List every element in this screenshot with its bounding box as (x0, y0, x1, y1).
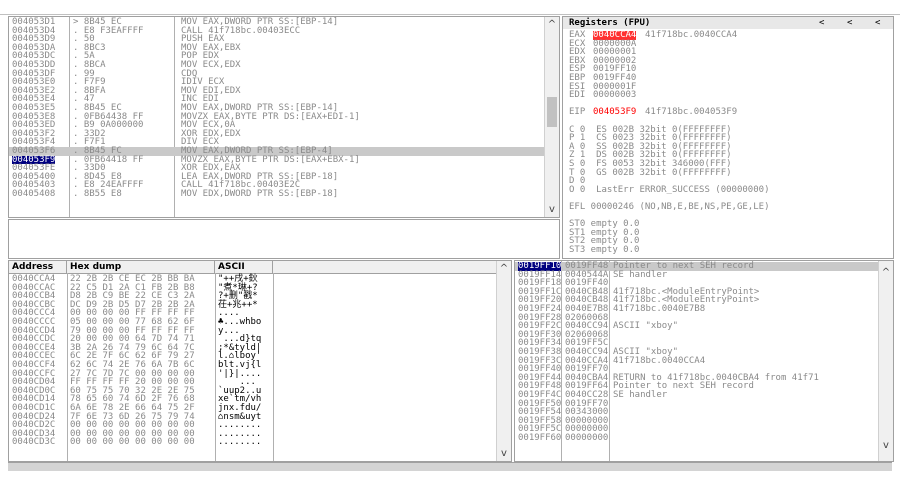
register-row[interactable]: EIP 004053F9 41f718bc.004053F9 (569, 108, 889, 117)
stack-comment: ASCII "xboy" (613, 321, 679, 332)
dump-ascii: ........ (218, 437, 262, 448)
disasm-rows: 004053D1 > 8B45 EC MOV EAX,DWORD PTR SS:[E… (9, 18, 549, 198)
flag-row[interactable]: T 0 GS 002B 32bit 0(FFFFFFFF) (569, 168, 889, 178)
scroll-up-arrow-icon[interactable]: ^ (879, 267, 893, 278)
disasm-scrollbar[interactable]: ^ v (544, 17, 559, 217)
dump-header-hex[interactable]: Hex dump (67, 261, 215, 273)
dump-row[interactable]: 0040CD3C 00 00 00 00 00 00 00 00........ (9, 438, 489, 447)
register-name: EDI (569, 90, 586, 101)
register-note: 41f718bc.0040CCA4 (645, 30, 738, 40)
register-name: EIP (569, 107, 586, 118)
scroll-thumb[interactable] (547, 97, 557, 127)
top-strip (0, 0, 900, 15)
registers-body: EAX 0040CCA4 41f718bc.0040CCA4 ECX 0000000A E… (569, 31, 889, 254)
registers-title: Registers (FPU) (569, 18, 651, 28)
stack-comment: SE handler (613, 389, 668, 400)
efl-row[interactable]: EFL 00000246 (NO,NB,E,BE,NS,PE,GE,LE) (569, 203, 889, 212)
dump-address: 0040CD3C (12, 437, 56, 448)
nav-left-icon[interactable]: < (875, 17, 880, 29)
scroll-down-arrow-icon[interactable]: v (497, 448, 511, 459)
disasm-address: 00405408 (12, 188, 56, 199)
stack-comment: 41f718bc.0040E7B8 (613, 303, 706, 314)
dump-header-ascii[interactable]: ASCII (215, 261, 273, 273)
disasm-instruction: MOV EDX,DWORD PTR SS:[EBP-18] (181, 188, 339, 199)
register-note: 41f718bc.004053F9 (645, 107, 738, 118)
fpu-row[interactable]: ST3 empty 0.0 (569, 246, 889, 255)
register-row[interactable]: EDI 00000003 (569, 91, 889, 100)
dump-hex: 00 00 00 00 00 00 00 00 (70, 437, 195, 448)
register-value: 004053F9 (593, 107, 637, 118)
stack-comment: 41f718bc.0040CCA4 (613, 355, 706, 366)
scroll-down-arrow-icon[interactable]: v (545, 204, 559, 215)
disasm-hex: . 8B55 E8 (73, 188, 122, 199)
scroll-up-arrow-icon[interactable]: ^ (497, 263, 511, 274)
nav-left-icon[interactable]: < (819, 17, 824, 29)
status-bar (8, 462, 892, 471)
scroll-down-arrow-icon[interactable]: v (879, 440, 893, 451)
nav-left-icon[interactable]: < (847, 17, 852, 29)
registers-pane[interactable]: Registers (FPU) < < < EAX 0040CCA4 41f718b… (562, 16, 894, 259)
stack-row[interactable]: 0019FF60 00000000 (515, 434, 879, 443)
dump-scrollbar[interactable]: ^ v (496, 261, 511, 461)
dump-pane[interactable]: Address Hex dump ASCII 0040CCA4 22 2B 2B … (8, 260, 512, 462)
stack-value: 00000000 (565, 432, 609, 443)
scroll-up-arrow-icon[interactable]: ^ (545, 19, 559, 30)
stack-pane[interactable]: 0019FF10 0019FF48 Pointer to next SEH reco… (514, 260, 894, 462)
dump-rows: 0040CCA4 22 2B 2B CE EC 2B BB BA "++戌+鈥 004… (9, 275, 489, 447)
flag-row[interactable]: O 0 LastErr ERROR_SUCCESS (00000000) (569, 185, 889, 195)
disassembly-pane[interactable]: 004053D1 > 8B45 EC MOV EAX,DWORD PTR SS:[E… (8, 16, 560, 218)
stack-rows: 0019FF10 0019FF48 Pointer to next SEH reco… (515, 262, 879, 442)
disasm-row[interactable]: 00405408 . 8B55 E8 MOV EDX,DWORD PTR SS:[E… (9, 190, 549, 199)
stack-scrollbar[interactable]: ^ v (878, 261, 893, 461)
stack-address: 0019FF60 (518, 432, 562, 443)
stack-comment: SE handler (613, 269, 668, 280)
register-value: 00000003 (593, 90, 637, 101)
info-pane (8, 219, 560, 259)
registers-title-bar: Registers (FPU) < < < (563, 17, 893, 29)
dump-header: Address Hex dump ASCII (9, 261, 511, 274)
dump-header-address[interactable]: Address (9, 261, 67, 273)
